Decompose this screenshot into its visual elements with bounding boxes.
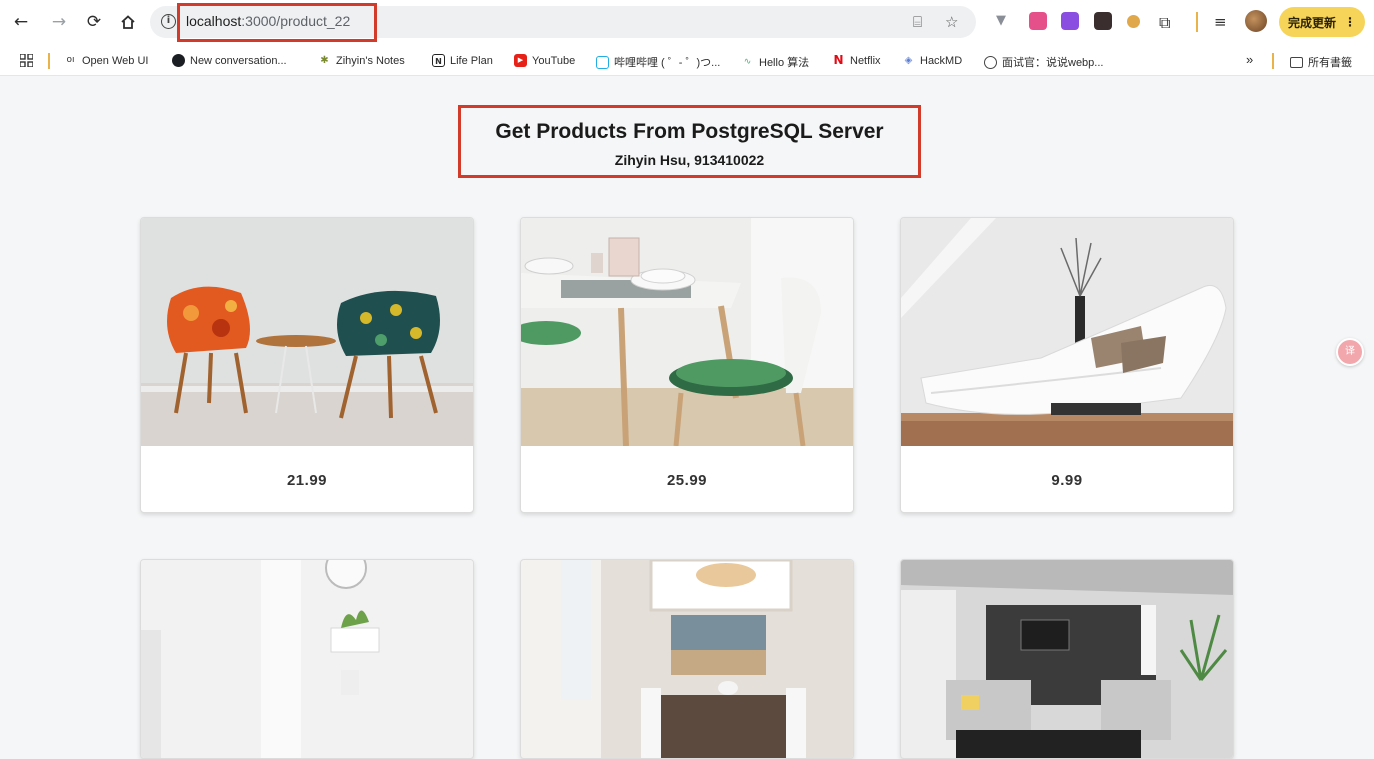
- bookmark-star-icon[interactable]: ☆: [945, 13, 958, 31]
- browser-toolbar: ← → ⟳ i localhost:3000/product_22 ⌸ ☆ ▼ …: [0, 0, 1374, 46]
- youtube-icon: ▶: [514, 54, 527, 67]
- extension-icon-3[interactable]: [1094, 12, 1112, 30]
- product-image: [901, 218, 1233, 446]
- bookmark-label: New conversation...: [190, 54, 287, 67]
- bookmarks-divider: [48, 53, 50, 69]
- netflix-icon: N: [833, 53, 844, 67]
- url-highlight-box: [177, 3, 377, 42]
- translate-float-icon[interactable]: 译: [1336, 338, 1364, 366]
- extension-icon-1[interactable]: [1029, 12, 1047, 30]
- bookmark-hello-algo[interactable]: ∿ Hello 算法: [741, 54, 809, 70]
- bookmark-label: Netflix: [850, 54, 881, 67]
- bookmarks-divider-right: [1272, 53, 1274, 69]
- product-card[interactable]: [900, 559, 1234, 759]
- product-image: [521, 218, 853, 446]
- bookmark-label: Open Web UI: [82, 54, 149, 67]
- bookmark-bilibili[interactable]: 哔哩哔哩 ( ゜- ゜)つ...: [596, 54, 720, 70]
- profile-avatar[interactable]: [1245, 10, 1267, 32]
- bookmark-label: YouTube: [532, 54, 576, 67]
- bookmark-new-conversation[interactable]: New conversation...: [172, 54, 287, 67]
- vue-devtools-icon[interactable]: ▼: [996, 13, 1006, 28]
- product-image: [141, 560, 473, 758]
- bookmark-interview[interactable]: 面试官：说说webp...: [984, 54, 1103, 70]
- notes-icon: ✱: [320, 55, 329, 66]
- update-button[interactable]: 完成更新 ⋮: [1279, 7, 1365, 37]
- product-price: 21.99: [286, 471, 328, 489]
- bookmark-label: Hello 算法: [759, 57, 810, 69]
- product-image: [521, 560, 853, 758]
- bookmark-label: Zihyin's Notes: [336, 54, 405, 67]
- product-card[interactable]: 21.99: [140, 217, 474, 513]
- bookmark-hackmd[interactable]: ◈ HackMD: [902, 54, 963, 67]
- bookmark-open-web-ui[interactable]: oı Open Web UI: [64, 54, 148, 67]
- hello-algo-icon: ∿: [743, 56, 752, 67]
- product-image: [141, 218, 473, 446]
- product-card[interactable]: 9.99: [900, 217, 1234, 513]
- extension-icon-2[interactable]: [1061, 12, 1079, 30]
- reading-list-icon[interactable]: ≡: [1214, 13, 1227, 31]
- product-card[interactable]: 25.99: [520, 217, 854, 513]
- apps-grid-icon[interactable]: [20, 54, 33, 67]
- bookmark-label: 面试官：说说webp...: [1002, 57, 1104, 69]
- product-price: 25.99: [666, 471, 708, 489]
- update-label: 完成更新: [1287, 15, 1336, 30]
- folder-icon: [1290, 56, 1303, 68]
- reload-icon[interactable]: ⟳: [83, 11, 105, 33]
- bookmark-youtube[interactable]: ▶ YouTube: [514, 54, 575, 67]
- product-image: [901, 560, 1233, 758]
- bilibili-icon: [596, 55, 609, 69]
- bookmark-life-plan[interactable]: N Life Plan: [432, 54, 493, 67]
- github-icon: [172, 54, 185, 67]
- hackmd-icon: ◈: [904, 55, 913, 66]
- forward-icon[interactable]: →: [48, 11, 70, 33]
- product-price: 9.99: [1051, 471, 1083, 489]
- toolbar-divider: [1196, 12, 1198, 32]
- product-card[interactable]: [140, 559, 474, 759]
- bookmarks-more-icon[interactable]: »: [1246, 52, 1253, 67]
- openwebui-icon: oı: [66, 55, 75, 65]
- bookmark-label: HackMD: [920, 54, 963, 67]
- page-header-highlight: Get Products From PostgreSQL Server Zihy…: [458, 105, 921, 178]
- bookmark-netflix[interactable]: N Netflix: [832, 53, 881, 67]
- globe-icon: [984, 55, 997, 69]
- menu-dots-icon: ⋮: [1344, 15, 1356, 29]
- back-icon[interactable]: ←: [10, 11, 32, 33]
- bookmarks-bar: oı Open Web UI New conversation... ✱ Zihyi…: [0, 46, 1374, 76]
- all-bookmarks-folder[interactable]: 所有書籤: [1290, 54, 1352, 70]
- puzzle-extensions-icon[interactable]: ⧉: [1159, 13, 1170, 33]
- all-bookmarks-label: 所有書籤: [1308, 57, 1352, 69]
- home-icon[interactable]: [117, 11, 139, 33]
- bookmark-label: 哔哩哔哩 ( ゜- ゜)つ...: [614, 57, 721, 69]
- notion-icon: N: [432, 54, 445, 67]
- bookmark-label: Life Plan: [450, 54, 493, 67]
- bookmark-zihyin-notes[interactable]: ✱ Zihyin's Notes: [318, 54, 405, 67]
- site-info-icon[interactable]: i: [161, 14, 176, 29]
- cookie-extension-icon[interactable]: [1127, 15, 1140, 28]
- product-card[interactable]: [520, 559, 854, 759]
- translate-icon[interactable]: ⌸: [913, 13, 922, 31]
- page-subtitle: Zihyin Hsu, 913410022: [614, 152, 765, 168]
- page-title: Get Products From PostgreSQL Server: [495, 120, 884, 143]
